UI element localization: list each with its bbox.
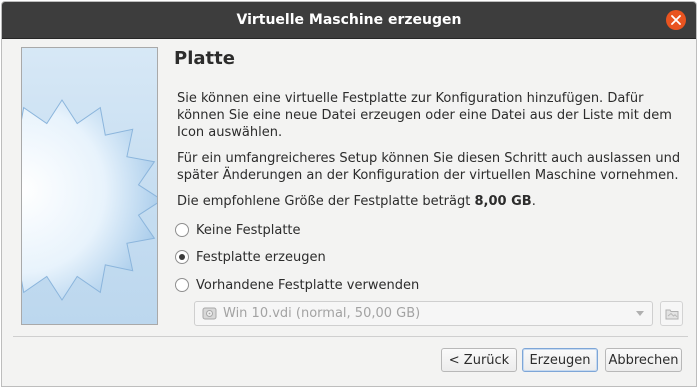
recommended-size-suffix: . [531,194,536,209]
recommended-size-prefix: Die empfohlene Größe der Festplatte betr… [177,194,471,209]
radio-create-disk[interactable] [175,250,189,264]
option-no-disk[interactable]: Keine Festplatte [175,221,301,239]
chevron-down-icon [636,311,644,316]
page-title: Platte [174,48,235,69]
existing-disk-value: Win 10.vdi (normal, 50,00 GB) [223,306,421,321]
title-bar[interactable]: Virtuelle Maschine erzeugen [2,2,696,39]
option-create-disk-label[interactable]: Festplatte erzeugen [196,250,326,265]
browse-disk-button[interactable] [660,301,683,326]
existing-disk-select[interactable]: Win 10.vdi (normal, 50,00 GB) [194,301,653,326]
create-vm-dialog: Virtuelle Maschine erzeugen Platte Sie k… [1,1,697,387]
back-button[interactable]: < Zurück [441,348,517,372]
option-create-disk[interactable]: Festplatte erzeugen [175,248,326,266]
option-existing-disk-label[interactable]: Vorhandene Festplatte verwenden [196,278,419,293]
radio-existing-disk[interactable] [175,278,189,292]
recommended-size-value: 8,00 GB [474,194,532,209]
wizard-illustration [21,47,158,325]
recommended-size-text: Die empfohlene Größe der Festplatte betr… [177,194,536,209]
hard-disk-icon [202,307,217,320]
description-paragraph-1: Sie können eine virtuelle Festplatte zur… [177,91,672,140]
cancel-button[interactable]: Abbrechen [605,348,682,372]
close-button[interactable] [666,10,686,30]
create-button[interactable]: Erzeugen [522,348,598,372]
starburst-illustration [22,99,157,301]
folder-browse-icon [665,309,679,320]
description-paragraph-2: Für ein umfangreicheres Setup können Sie… [177,151,681,183]
button-separator [13,336,688,337]
option-no-disk-label[interactable]: Keine Festplatte [196,223,301,238]
radio-no-disk[interactable] [175,223,189,237]
close-icon [671,15,681,25]
window-title: Virtuelle Maschine erzeugen [236,12,462,28]
option-existing-disk[interactable]: Vorhandene Festplatte verwenden [175,276,419,294]
